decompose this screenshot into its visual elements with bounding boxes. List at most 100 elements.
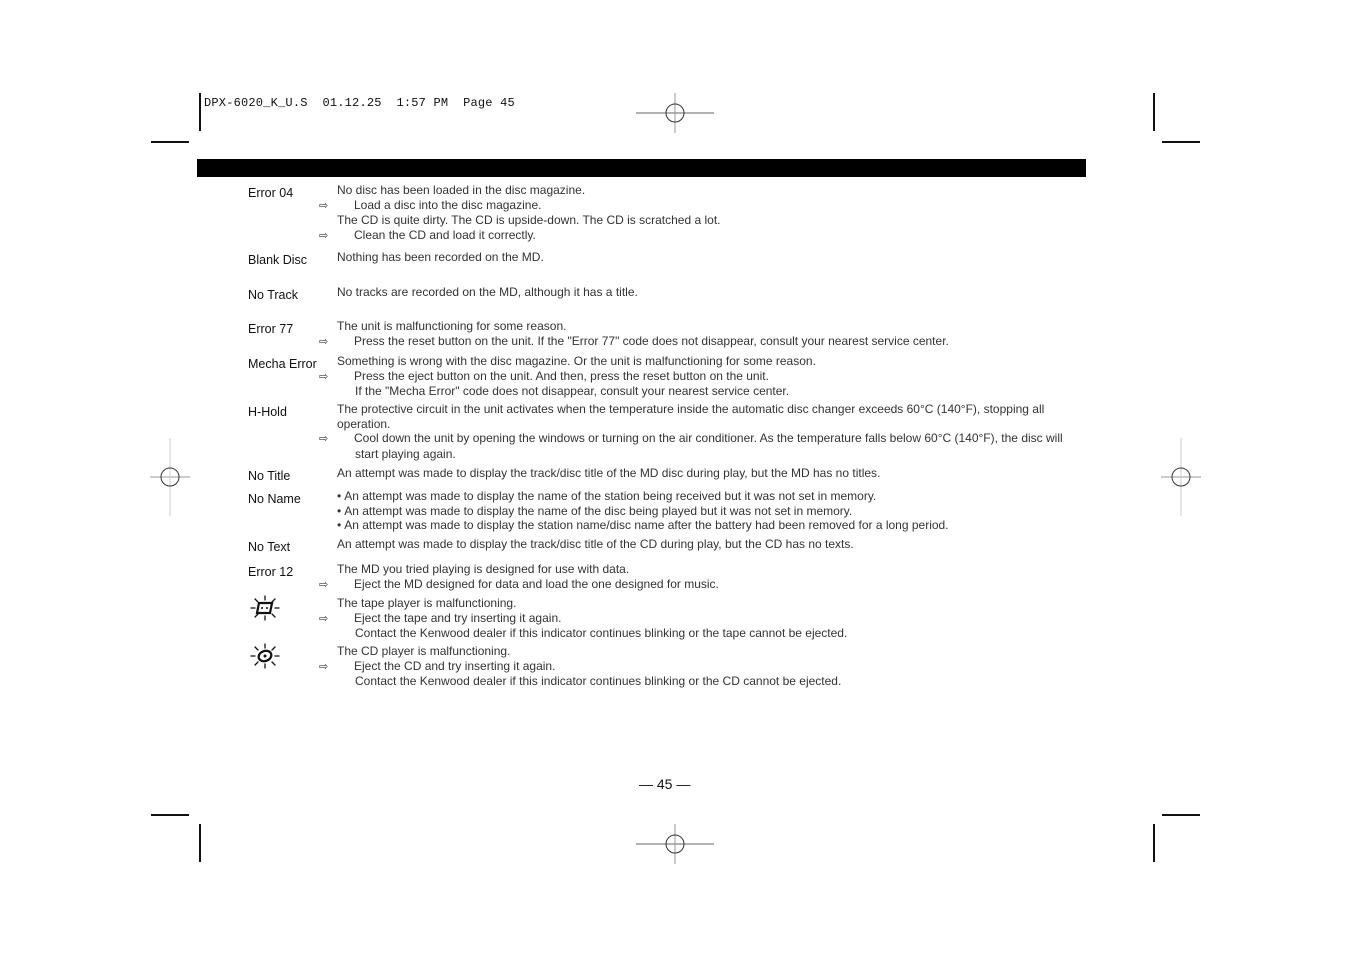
error-description: • An attempt was made to display the name… bbox=[337, 489, 1087, 533]
error-code-label: Error 04 bbox=[248, 186, 294, 200]
crop-mark bbox=[1162, 814, 1200, 816]
remedy-line: ⇨ Press the reset button on the unit. If … bbox=[319, 333, 1087, 350]
slug-model: DPX-6020_K_U.S bbox=[204, 96, 308, 110]
bullet-text: An attempt was made to display the stati… bbox=[344, 518, 949, 532]
remedy-line: ⇨ Press the eject button on the unit. And… bbox=[319, 368, 1087, 385]
remedy-text: Contact the Kenwood dealer if this indic… bbox=[355, 674, 842, 688]
remedy-text: Cool down the unit by opening the window… bbox=[354, 431, 1063, 461]
cause-line: The CD player is malfunctioning. bbox=[337, 644, 1087, 659]
arrow-right-icon: ⇨ bbox=[319, 335, 329, 348]
registration-mark-icon bbox=[1161, 438, 1201, 516]
cause-text: No disc has been loaded in the disc maga… bbox=[337, 183, 586, 197]
cause-text: An attempt was made to display the track… bbox=[337, 466, 881, 480]
error-code-label: Mecha Error bbox=[248, 357, 317, 371]
crop-mark bbox=[151, 814, 189, 816]
remedy-line: ⇨ Clean the CD and load it correctly. bbox=[319, 227, 1087, 244]
remedy-text: Contact the Kenwood dealer if this indic… bbox=[355, 626, 848, 640]
error-code-label: No Name bbox=[248, 492, 301, 506]
error-description: The unit is malfunctioning for some reas… bbox=[319, 319, 1087, 350]
remedy-continuation: Contact the Kenwood dealer if this indic… bbox=[337, 674, 1087, 689]
error-description: The tape player is malfunctioning. ⇨ Eject… bbox=[319, 596, 1087, 641]
cause-text: The protective circuit in the unit activ… bbox=[337, 402, 1045, 431]
bullet-item: • An attempt was made to display the name… bbox=[337, 504, 1087, 519]
error-description: Nothing has been recorded on the MD. bbox=[337, 250, 1087, 265]
arrow-right-icon: ⇨ bbox=[319, 612, 329, 625]
arrow-right-icon: ⇨ bbox=[319, 370, 329, 383]
remedy-continuation: If the "Mecha Error" code does not disap… bbox=[337, 384, 1087, 399]
crop-mark bbox=[151, 141, 189, 143]
cause-text: Nothing has been recorded on the MD. bbox=[337, 250, 544, 264]
remedy-text: Press the eject button on the unit. And … bbox=[354, 368, 769, 383]
arrow-right-icon: ⇨ bbox=[319, 229, 329, 242]
cause-text: The tape player is malfunctioning. bbox=[337, 596, 517, 610]
arrow-right-icon: ⇨ bbox=[319, 433, 329, 445]
blinking-tape-indicator-icon bbox=[248, 594, 282, 622]
slug-page: Page 45 bbox=[463, 96, 515, 110]
blinking-cd-indicator-icon bbox=[248, 642, 282, 670]
error-description: The protective circuit in the unit activ… bbox=[319, 402, 1087, 461]
error-description: Something is wrong with the disc magazin… bbox=[319, 354, 1087, 399]
cause-text: An attempt was made to display the track… bbox=[337, 537, 854, 551]
error-code-label: Blank Disc bbox=[248, 253, 308, 267]
bullet-item: • An attempt was made to display the stat… bbox=[337, 518, 1087, 533]
arrow-right-icon: ⇨ bbox=[319, 578, 329, 591]
crop-mark bbox=[1162, 141, 1200, 143]
remedy-text: If the "Mecha Error" code does not disap… bbox=[355, 384, 790, 398]
remedy-text: Load a disc into the disc magazine. bbox=[354, 197, 542, 212]
slug-date: 01.12.25 bbox=[322, 96, 382, 110]
cause-text: Something is wrong with the disc magazin… bbox=[337, 354, 816, 368]
error-description: No disc has been loaded in the disc maga… bbox=[319, 183, 1087, 244]
remedy-text: Clean the CD and load it correctly. bbox=[354, 227, 536, 242]
cause-line: An attempt was made to display the track… bbox=[337, 466, 1087, 481]
cause-text: The CD player is malfunctioning. bbox=[337, 644, 511, 658]
error-description: An attempt was made to display the track… bbox=[337, 537, 1087, 552]
remedy-text: Eject the MD designed for data and load … bbox=[354, 576, 719, 591]
registration-mark-icon bbox=[636, 824, 714, 864]
error-code-label: Error 12 bbox=[248, 565, 294, 579]
arrow-right-icon: ⇨ bbox=[319, 660, 329, 673]
page-number: — 45 — bbox=[639, 776, 691, 792]
error-description: No tracks are recorded on the MD, althou… bbox=[337, 285, 1087, 300]
cause-text: No tracks are recorded on the MD, althou… bbox=[337, 285, 638, 299]
remedy-line: ⇨ Eject the MD designed for data and load… bbox=[319, 576, 1087, 593]
cause-line: The protective circuit in the unit activ… bbox=[337, 402, 1087, 431]
registration-mark-icon bbox=[636, 93, 714, 133]
error-description: The MD you tried playing is designed for… bbox=[319, 562, 1087, 593]
crop-mark bbox=[199, 824, 201, 862]
remedy-text: Press the reset button on the unit. If t… bbox=[354, 333, 949, 348]
cause-text: The unit is malfunctioning for some reas… bbox=[337, 319, 567, 333]
cause-line: The MD you tried playing is designed for… bbox=[337, 562, 1087, 577]
arrow-right-icon: ⇨ bbox=[319, 199, 329, 212]
cause-line: Something is wrong with the disc magazin… bbox=[337, 354, 1087, 369]
remedy-line: ⇨ Eject the CD and try inserting it again… bbox=[319, 658, 1087, 675]
bullet-icon: • bbox=[337, 518, 342, 532]
slug-time: 1:57 PM bbox=[396, 96, 449, 110]
crop-mark bbox=[1153, 824, 1155, 862]
bullet-item: • An attempt was made to display the name… bbox=[337, 489, 1087, 504]
remedy-text: Eject the tape and try inserting it agai… bbox=[354, 610, 562, 625]
crop-mark bbox=[199, 93, 201, 131]
bullet-icon: • bbox=[337, 503, 342, 518]
remedy-line: ⇨ Load a disc into the disc magazine. bbox=[319, 197, 1087, 214]
bullet-text: An attempt was made to display the name … bbox=[344, 503, 853, 518]
error-description: An attempt was made to display the track… bbox=[337, 466, 1087, 481]
remedy-line: ⇨ Cool down the unit by opening the windo… bbox=[319, 431, 1087, 461]
error-code-label: No Track bbox=[248, 288, 299, 302]
remedy-text: Eject the CD and try inserting it again. bbox=[354, 658, 556, 673]
cause-line: The unit is malfunctioning for some reas… bbox=[337, 319, 1087, 334]
remedy-line: ⇨ Eject the tape and try inserting it aga… bbox=[319, 610, 1087, 627]
error-code-label: H-Hold bbox=[248, 405, 287, 419]
cause-line: The tape player is malfunctioning. bbox=[337, 596, 1087, 611]
registration-mark-icon bbox=[150, 438, 190, 516]
cause-line: No tracks are recorded on the MD, althou… bbox=[337, 285, 1087, 300]
cause-text: The MD you tried playing is designed for… bbox=[337, 562, 630, 576]
error-code-label: Error 77 bbox=[248, 322, 294, 336]
cause-line: The CD is quite dirty. The CD is upside-… bbox=[337, 213, 1087, 228]
crop-mark bbox=[1153, 93, 1155, 131]
printer-slug: DPX-6020_K_U.S 01.12.25 1:57 PM Page 45 bbox=[204, 96, 515, 110]
error-code-label: No Text bbox=[248, 540, 291, 554]
cause-line: Nothing has been recorded on the MD. bbox=[337, 250, 1087, 265]
error-code-label: No Title bbox=[248, 469, 291, 483]
bullet-text: An attempt was made to display the name … bbox=[344, 489, 877, 503]
cause-line: No disc has been loaded in the disc maga… bbox=[337, 183, 1087, 198]
